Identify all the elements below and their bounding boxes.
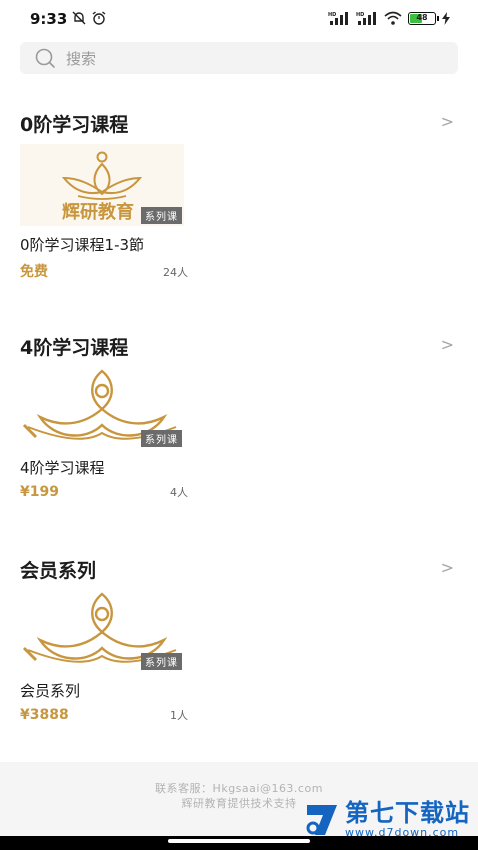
watermark-logo-icon — [306, 804, 337, 835]
search-input[interactable]: 搜索 — [20, 42, 458, 74]
course-name: 会员系列 — [20, 682, 81, 700]
alarm-icon — [92, 11, 106, 25]
charging-icon — [442, 11, 450, 25]
chevron-right-icon[interactable]: > — [441, 112, 454, 131]
course-price: ¥3888 — [20, 707, 69, 723]
course-price: 免费 — [20, 264, 48, 280]
watermark: 第七下载站 www.d7down.com — [303, 800, 470, 839]
hd-signal-icon: HD — [356, 12, 376, 25]
course-name: 0阶学习课程1-3節 — [20, 236, 145, 254]
hd-signal-icon: HD — [328, 12, 348, 25]
series-tag: 系列课 — [141, 207, 182, 224]
section-title: 0阶学习课程 — [20, 114, 129, 136]
course-card[interactable]: 系列课 会员系列 ¥3888 1人 — [20, 590, 190, 723]
search-icon — [35, 48, 55, 68]
battery-level: 48 — [416, 12, 428, 22]
student-count: 4人 — [170, 486, 188, 499]
student-count: 1人 — [170, 709, 188, 722]
status-right-icons: HD HD 48 — [328, 11, 450, 25]
search-placeholder: 搜索 — [66, 49, 97, 68]
battery-tip — [437, 15, 439, 21]
course-name: 4阶学习课程 — [20, 459, 105, 477]
chevron-right-icon[interactable]: > — [441, 335, 454, 354]
section-title: 会员系列 — [20, 560, 97, 582]
price-row: ¥3888 1人 — [20, 707, 188, 723]
course-card[interactable]: 系列课 4阶学习课程 ¥199 4人 — [20, 367, 190, 500]
home-indicator[interactable] — [168, 839, 310, 843]
price-row: 免费 24人 — [20, 261, 188, 281]
series-tag: 系列课 — [141, 653, 182, 670]
course-thumbnail: 系列课 — [20, 590, 184, 672]
course-price: ¥199 — [20, 484, 59, 500]
notifications-off-icon — [72, 11, 86, 25]
watermark-title: 第七下载站 — [345, 799, 470, 827]
course-thumbnail: 辉研教育 系列课 — [20, 144, 184, 226]
status-left-icons — [72, 11, 106, 25]
svg-text:HD: HD — [356, 12, 364, 18]
status-bar: 9:33 HD HD 48 — [0, 0, 478, 38]
section-title: 4阶学习课程 — [20, 337, 129, 359]
chevron-right-icon[interactable]: > — [441, 558, 454, 577]
battery-icon: 48 — [408, 11, 439, 25]
course-thumbnail: 系列课 — [20, 367, 184, 449]
watermark-text: 第七下载站 www.d7down.com — [345, 800, 470, 839]
price-row: ¥199 4人 — [20, 484, 188, 500]
wifi-icon — [384, 11, 402, 25]
footer-contact: 联系客服：Hkgsaai@163.com — [155, 782, 323, 795]
status-time: 9:33 — [30, 10, 68, 28]
series-tag: 系列课 — [141, 430, 182, 447]
course-card[interactable]: 辉研教育 系列课 0阶学习课程1-3節 免费 24人 — [20, 144, 190, 281]
logo-text: 辉研教育 — [62, 201, 134, 223]
student-count: 24人 — [163, 266, 188, 279]
svg-text:HD: HD — [328, 12, 336, 18]
